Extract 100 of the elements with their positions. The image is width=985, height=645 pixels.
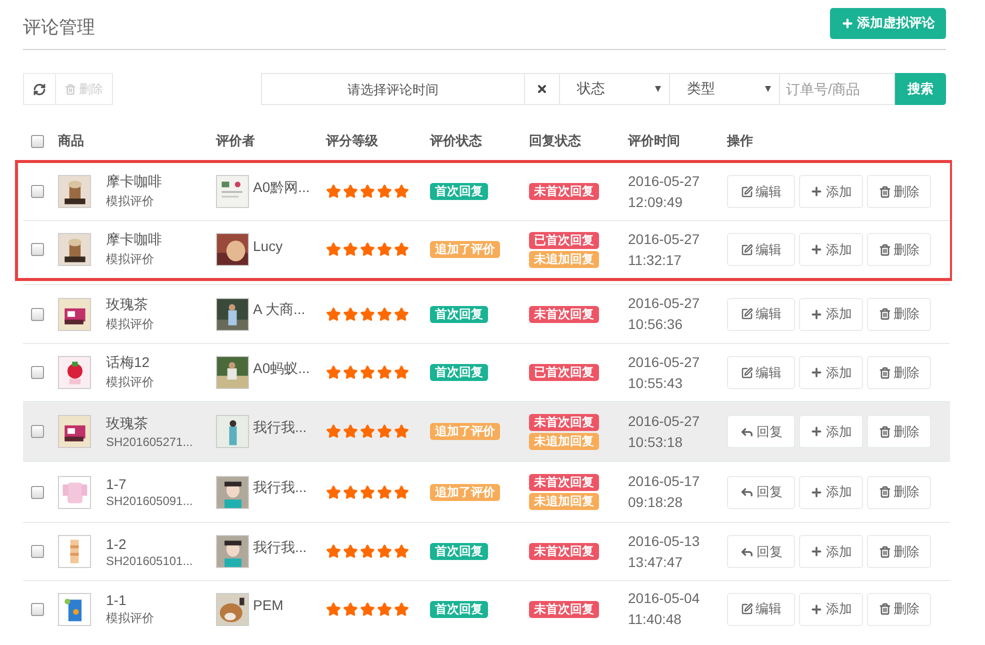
reviewer-name: PEM bbox=[253, 597, 284, 613]
row-checkbox[interactable] bbox=[31, 366, 44, 379]
reply-status-badge: 已首次回复 bbox=[529, 364, 599, 381]
row-checkbox[interactable] bbox=[31, 308, 44, 320]
delete-button[interactable]: 删除 bbox=[867, 592, 931, 626]
review-time: 11:32:17 bbox=[628, 250, 682, 270]
plus-icon bbox=[810, 243, 823, 256]
add-button[interactable]: 添加 bbox=[799, 592, 863, 626]
row-checkbox[interactable] bbox=[31, 185, 44, 198]
caret-icon bbox=[765, 86, 771, 92]
row-checkbox[interactable] bbox=[31, 425, 44, 438]
product-name: 玫瑰茶 bbox=[106, 296, 148, 314]
review-date: 2016-05-13 bbox=[628, 532, 700, 550]
star-icon bbox=[326, 365, 341, 380]
edit-button[interactable]: 编辑 bbox=[727, 298, 795, 330]
delete-button[interactable]: 删除 bbox=[867, 298, 931, 330]
date-field[interactable]: 请选择评论时间 bbox=[261, 73, 525, 105]
plus-icon bbox=[810, 486, 823, 498]
review-date: 2016-05-04 bbox=[628, 589, 700, 608]
trash-icon bbox=[878, 486, 890, 498]
review-status-badge: 首次回复 bbox=[430, 183, 488, 200]
add-button[interactable]: 添加 bbox=[799, 233, 863, 266]
edit-button[interactable]: 编辑 bbox=[727, 356, 795, 389]
column-header: 商品 bbox=[58, 132, 85, 150]
product-name: 摩卡咖啡 bbox=[106, 231, 162, 249]
star-icon bbox=[360, 184, 375, 199]
star-icon bbox=[394, 306, 409, 322]
trash-icon bbox=[878, 603, 890, 615]
review-status-badge: 首次回复 bbox=[430, 543, 488, 560]
plus-icon bbox=[810, 308, 823, 320]
product-name: 摩卡咖啡 bbox=[106, 173, 162, 191]
edit-button[interactable]: 编辑 bbox=[727, 233, 795, 266]
add-button[interactable]: 添加 bbox=[799, 535, 863, 568]
star-icon bbox=[360, 306, 375, 322]
star-icon bbox=[394, 484, 409, 500]
star-icon bbox=[343, 424, 358, 439]
add-button[interactable]: 添加 bbox=[799, 175, 863, 208]
delete-button[interactable]: 删除 bbox=[867, 415, 931, 448]
pencil-square-icon bbox=[740, 186, 752, 198]
column-header: 评价时间 bbox=[628, 132, 681, 150]
delete-button[interactable]: 删除 bbox=[867, 175, 931, 208]
clear-button[interactable] bbox=[525, 73, 560, 105]
column-header: 操作 bbox=[727, 132, 754, 150]
star-icon bbox=[326, 424, 341, 439]
star-icon bbox=[360, 424, 375, 439]
reply-status-badge: 未首次回复 bbox=[529, 600, 599, 618]
review-status-badge: 追加了评价 bbox=[430, 423, 500, 440]
reply-button[interactable]: 回复 bbox=[727, 415, 795, 448]
add-button[interactable]: 添加 bbox=[799, 356, 863, 389]
row-checkbox[interactable] bbox=[31, 545, 44, 558]
column-header: 评分等级 bbox=[326, 132, 379, 150]
star-icon bbox=[360, 365, 375, 380]
refresh-button[interactable] bbox=[23, 73, 56, 105]
search-field[interactable]: 订单号/商品 bbox=[780, 73, 895, 105]
star-icon bbox=[377, 306, 392, 322]
pencil-square-icon bbox=[740, 366, 752, 378]
delete-button[interactable]: 删除 bbox=[867, 233, 931, 266]
row-checkbox[interactable] bbox=[31, 486, 44, 498]
caret-icon bbox=[655, 86, 661, 92]
reply-button[interactable]: 回复 bbox=[727, 476, 795, 508]
product-source: 模拟评价 bbox=[106, 316, 154, 332]
edit-button[interactable]: 编辑 bbox=[727, 592, 795, 626]
trash-icon bbox=[65, 84, 76, 94]
select-all-checkbox[interactable] bbox=[31, 134, 44, 148]
review-status-badge: 首次回复 bbox=[430, 600, 488, 618]
review-date: 2016-05-17 bbox=[628, 472, 700, 491]
star-icon bbox=[360, 484, 375, 500]
delete-button[interactable]: 删除 bbox=[867, 476, 931, 508]
review-date: 2016-05-27 bbox=[628, 172, 700, 190]
trash-icon bbox=[878, 426, 890, 438]
reviewer-name: 我行我... bbox=[253, 418, 307, 436]
row-checkbox[interactable] bbox=[31, 602, 44, 616]
add-button[interactable]: 添加 bbox=[799, 476, 863, 508]
reviewer-name: A0黔网... bbox=[253, 178, 310, 196]
row-checkbox[interactable] bbox=[31, 243, 44, 256]
add-button[interactable]: 添加 bbox=[799, 298, 863, 330]
star-icon bbox=[343, 242, 358, 257]
reply-status-badge: 未首次回复 bbox=[529, 474, 599, 491]
star-icon bbox=[343, 306, 358, 322]
star-icon bbox=[343, 184, 358, 199]
review-date: 2016-05-27 bbox=[628, 412, 700, 430]
star-icon bbox=[360, 602, 375, 616]
product-source: SH201605101... bbox=[106, 554, 193, 568]
review-date: 2016-05-27 bbox=[628, 230, 700, 248]
product-source: 模拟评价 bbox=[106, 610, 154, 626]
reply-status-badge: 未首次回复 bbox=[529, 543, 599, 560]
reviewer-name: Lucy bbox=[253, 238, 283, 254]
star-icon bbox=[343, 365, 358, 380]
delete-button[interactable]: 删除 bbox=[867, 535, 931, 568]
column-header: 回复状态 bbox=[529, 132, 582, 150]
star-icon bbox=[343, 544, 358, 559]
trash-icon bbox=[878, 366, 890, 378]
trash-icon bbox=[878, 244, 890, 256]
edit-button[interactable]: 编辑 bbox=[727, 175, 795, 208]
star-icon bbox=[394, 242, 409, 257]
status-select[interactable]: 状态 bbox=[560, 73, 670, 105]
reply-button[interactable]: 回复 bbox=[727, 535, 795, 568]
pencil-square-icon bbox=[740, 244, 752, 256]
add-button[interactable]: 添加 bbox=[799, 415, 863, 448]
delete-button[interactable]: 删除 bbox=[867, 356, 931, 389]
